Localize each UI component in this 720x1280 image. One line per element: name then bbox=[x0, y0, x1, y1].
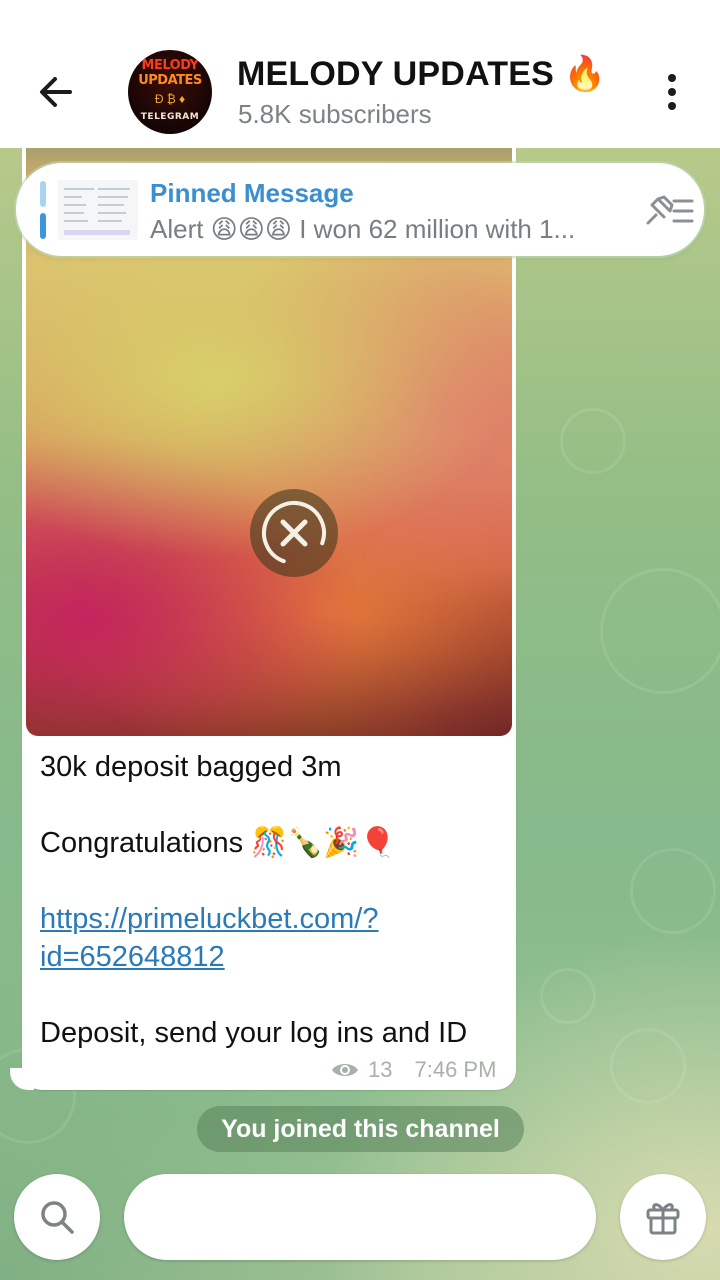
cancel-download-button[interactable] bbox=[250, 489, 338, 577]
subscriber-count: 5.8K subscribers bbox=[238, 99, 432, 129]
search-icon bbox=[41, 1201, 74, 1234]
message-meta: 13 7:46 PM bbox=[330, 1055, 496, 1085]
arrow-left-icon bbox=[40, 77, 72, 107]
back-button[interactable] bbox=[28, 66, 84, 118]
message-line: Congratulations 🎊🍾🎉🎈 bbox=[40, 827, 396, 859]
message-line: Deposit, send your log ins and ID bbox=[40, 1017, 468, 1049]
close-icon bbox=[262, 501, 326, 564]
avatar-text-line3: TELEGRAM bbox=[140, 112, 200, 122]
message-line: 30k deposit bagged 3m bbox=[40, 751, 342, 783]
pinned-message-bar[interactable]: Pinned Message Alert 😩😩😩 I won 62 millio… bbox=[16, 163, 704, 256]
background-doodle bbox=[560, 408, 626, 474]
background-doodle bbox=[630, 848, 716, 934]
message-text: 30k deposit bagged 3m Congratulations 🎊🍾… bbox=[40, 748, 510, 1052]
more-vertical-icon bbox=[668, 74, 676, 82]
channel-title[interactable]: MELODY UPDATES 🔥 bbox=[237, 54, 606, 94]
eye-icon bbox=[332, 1064, 358, 1076]
message-time: 7:46 PM bbox=[414, 1057, 497, 1082]
avatar-text-line1: MELODY bbox=[141, 58, 199, 73]
gift-icon bbox=[646, 1203, 680, 1235]
pin-list-icon bbox=[646, 195, 694, 225]
mute-channel-bar[interactable] bbox=[124, 1174, 596, 1260]
view-count: 13 bbox=[368, 1057, 393, 1082]
avatar-coins: Ð ₿ ♦ bbox=[154, 92, 186, 106]
pinned-preview: Alert 😩😩😩 I won 62 million with 1... bbox=[150, 214, 576, 244]
pinned-thumbnail bbox=[58, 180, 138, 240]
background-doodle bbox=[600, 568, 720, 694]
channel-avatar[interactable]: MELODY UPDATES Ð ₿ ♦ TELEGRAM bbox=[128, 50, 212, 134]
pinned-list-button[interactable] bbox=[642, 191, 698, 231]
more-options-button[interactable] bbox=[650, 70, 694, 114]
chat-header: MELODY UPDATES Ð ₿ ♦ TELEGRAM MELODY UPD… bbox=[0, 0, 720, 148]
message-link[interactable]: https://primeluckbet.com/?id=652648812 bbox=[40, 903, 378, 973]
pinned-title: Pinned Message bbox=[150, 178, 354, 208]
gift-button[interactable] bbox=[620, 1174, 706, 1260]
background-doodle bbox=[610, 1028, 686, 1104]
search-button[interactable] bbox=[14, 1174, 100, 1260]
service-message: You joined this channel bbox=[197, 1106, 524, 1152]
pinned-indicator bbox=[40, 181, 46, 239]
avatar-text-line2: UPDATES bbox=[138, 73, 202, 88]
background-doodle bbox=[540, 968, 596, 1024]
